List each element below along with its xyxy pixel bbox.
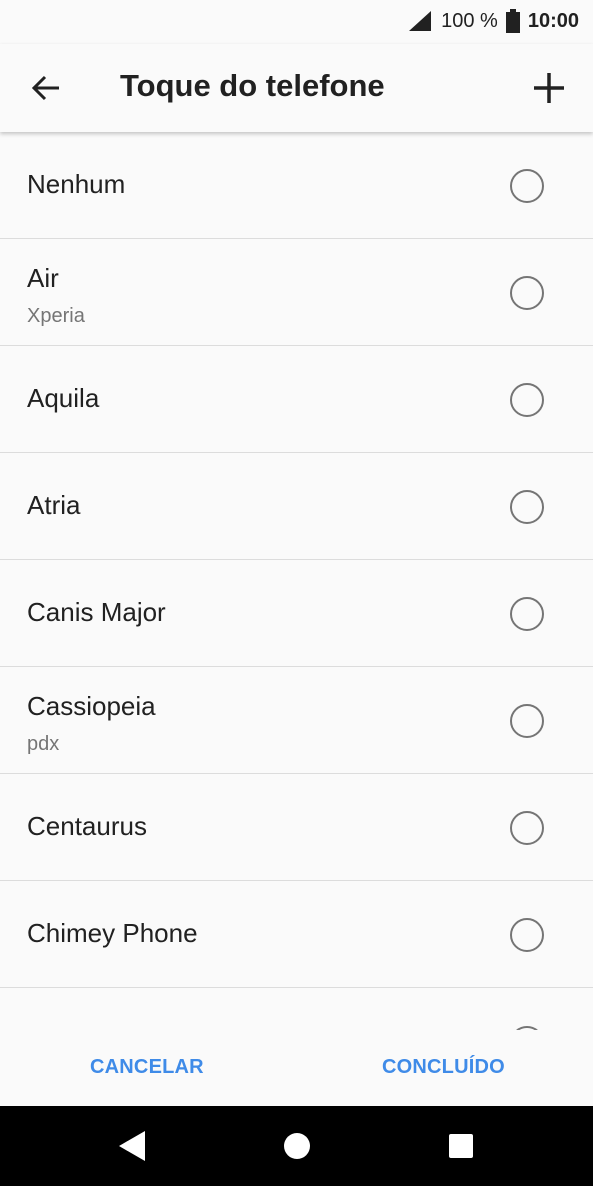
nav-recents-button[interactable] — [443, 1128, 479, 1164]
radio-button[interactable] — [510, 169, 544, 203]
plus-icon — [534, 73, 564, 103]
arrow-left-icon — [31, 75, 59, 101]
ringtone-name: Aquila — [27, 383, 100, 413]
recents-square-icon — [449, 1134, 473, 1158]
ringtone-name: Air — [27, 263, 59, 293]
radio-button[interactable] — [510, 918, 544, 952]
ringtone-name: Chimey Phone — [27, 918, 198, 948]
clock: 10:00 — [527, 9, 579, 32]
list-item-air[interactable]: Air Xperia — [0, 239, 593, 346]
list-item-partial[interactable] — [0, 988, 593, 1030]
radio-button[interactable] — [510, 597, 544, 631]
list-item-chimey-phone[interactable]: Chimey Phone — [0, 881, 593, 988]
back-triangle-icon — [119, 1131, 145, 1161]
home-circle-icon — [284, 1133, 310, 1159]
ringtone-list[interactable]: Nenhum Air Xperia Aquila Atria Canis Maj… — [0, 132, 593, 1030]
radio-button[interactable] — [510, 276, 544, 310]
nav-home-button[interactable] — [279, 1128, 315, 1164]
list-item-canis-major[interactable]: Canis Major — [0, 560, 593, 667]
ringtone-name: Canis Major — [27, 597, 166, 627]
status-bar: 100 % 10:00 — [0, 0, 593, 44]
dialog-actions: CANCELAR CONCLUÍDO — [0, 1030, 593, 1106]
app-bar: Toque do telefone — [0, 44, 593, 132]
cancel-button[interactable]: CANCELAR — [90, 1056, 204, 1079]
ringtone-name: Atria — [27, 490, 81, 520]
status-icons: 100 % 10:00 — [407, 8, 579, 34]
ringtone-name: Nenhum — [27, 169, 126, 199]
radio-button[interactable] — [510, 383, 544, 417]
page-title: Toque do telefone — [120, 68, 385, 103]
radio-button[interactable] — [510, 811, 544, 845]
back-button[interactable] — [20, 64, 72, 112]
list-item-cassiopeia[interactable]: Cassiopeia pdx — [0, 667, 593, 774]
battery-level: 100 % — [441, 9, 498, 32]
ringtone-subtitle: pdx — [27, 733, 60, 755]
ringtone-subtitle: Xperia — [27, 305, 85, 327]
add-ringtone-button[interactable] — [523, 64, 575, 112]
battery-icon — [505, 9, 520, 33]
list-item-nenhum[interactable]: Nenhum — [0, 132, 593, 239]
nav-back-button[interactable] — [114, 1128, 150, 1164]
radio-button[interactable] — [510, 490, 544, 524]
signal-icon — [407, 10, 433, 32]
ringtone-name: Centaurus — [27, 811, 147, 841]
ringtone-name: Cassiopeia — [27, 691, 156, 721]
done-button[interactable]: CONCLUÍDO — [382, 1056, 505, 1079]
list-item-aquila[interactable]: Aquila — [0, 346, 593, 453]
navigation-bar — [0, 1106, 593, 1186]
radio-button[interactable] — [510, 704, 544, 738]
list-item-centaurus[interactable]: Centaurus — [0, 774, 593, 881]
list-item-atria[interactable]: Atria — [0, 453, 593, 560]
